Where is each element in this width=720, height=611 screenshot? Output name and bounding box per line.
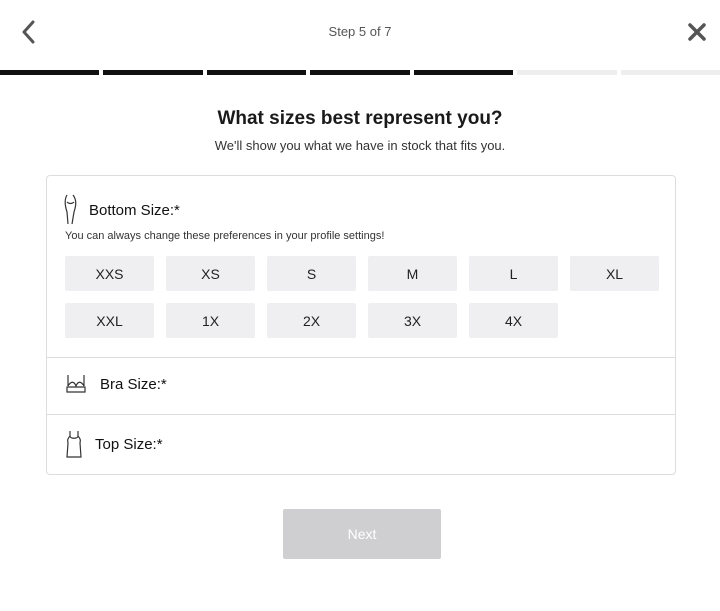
close-button[interactable]	[684, 18, 710, 46]
top-bar: Step 5 of 7	[0, 0, 720, 64]
bra-icon	[65, 374, 87, 394]
progress-segment	[103, 70, 203, 75]
legs-icon	[63, 194, 79, 226]
top-size-header: Top Size:*	[65, 430, 163, 458]
bra-size-header: Bra Size:*	[65, 374, 167, 394]
preferences-note: You can always change these preferences …	[65, 230, 385, 242]
size-option-xxl[interactable]: XXL	[65, 303, 154, 338]
bottom-size-section: Bottom Size:* You can always change thes…	[47, 176, 675, 358]
size-option-3x[interactable]: 3X	[368, 303, 457, 338]
page-title: What sizes best represent you?	[217, 108, 503, 129]
next-button[interactable]: Next	[283, 509, 441, 559]
progress-segment	[0, 70, 100, 75]
top-size-label: Top Size:*	[95, 435, 163, 453]
progress-segment	[517, 70, 617, 75]
bra-size-label: Bra Size:*	[100, 375, 167, 393]
tank-top-icon	[65, 430, 83, 458]
size-card: Bottom Size:* You can always change thes…	[46, 175, 676, 475]
progress-segment	[620, 70, 720, 75]
bra-size-section[interactable]: Bra Size:*	[47, 357, 675, 415]
bottom-size-label: Bottom Size:*	[89, 201, 180, 219]
size-option-1x[interactable]: 1X	[166, 303, 255, 338]
page-subtitle: We'll show you what we have in stock tha…	[214, 138, 506, 153]
size-option-xs[interactable]: XS	[166, 256, 255, 291]
bottom-size-header: Bottom Size:*	[63, 194, 180, 226]
progress-segment	[206, 70, 307, 75]
size-option-xxs[interactable]: XXS	[65, 256, 154, 291]
size-option-s[interactable]: S	[267, 256, 356, 291]
progress-segment	[413, 70, 514, 75]
progress-segment	[310, 70, 410, 75]
size-option-l[interactable]: L	[469, 256, 558, 291]
size-option-2x[interactable]: 2X	[267, 303, 356, 338]
size-option-4x[interactable]: 4X	[469, 303, 558, 338]
size-option-xl[interactable]: XL	[570, 256, 659, 291]
progress-bar	[0, 70, 720, 75]
size-option-m[interactable]: M	[368, 256, 457, 291]
close-icon	[687, 22, 707, 42]
step-indicator: Step 5 of 7	[328, 24, 392, 39]
top-size-section[interactable]: Top Size:*	[47, 414, 675, 474]
